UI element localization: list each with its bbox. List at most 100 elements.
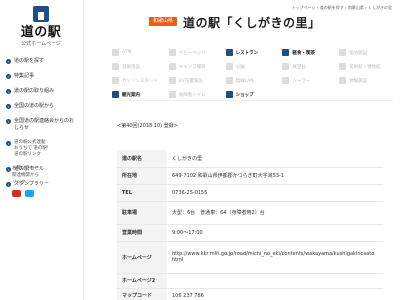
facility-atm: ATM	[112, 48, 167, 57]
logo-icon	[30, 6, 52, 24]
facility-gas-station: ガソリンスタンド	[112, 76, 167, 85]
sidebar-group-top: 道の駅公式連動	[14, 140, 46, 145]
facility-shop: ショップ	[225, 90, 281, 99]
mall-icon: ›	[6, 167, 11, 172]
table-row: TEL 0736-25-0155	[117, 184, 383, 202]
row-value: くしがきの里	[167, 150, 383, 168]
atm-icon	[112, 49, 119, 56]
table-row: マップコード 106 237 786	[117, 288, 383, 300]
table-row: 駐車場 大型：6台 普通車：64（身障者用2）台	[117, 201, 383, 225]
sidebar-item-features[interactable]: › 特集記事	[0, 71, 84, 82]
info-icon: ›	[6, 119, 11, 124]
article-icon: ›	[6, 74, 11, 79]
sidebar-item-label: 特集記事	[14, 73, 35, 79]
facility-museum: 美術館・博物館	[339, 62, 394, 71]
facility-lodging: 宿泊施設	[339, 48, 394, 57]
logo-title: 道の駅	[20, 25, 62, 40]
ev-charger-icon	[168, 77, 176, 84]
facility-shower: シャワー	[282, 76, 337, 85]
facility-observatory: 展望台	[282, 62, 337, 71]
wifi-icon	[225, 77, 233, 84]
row-value[interactable]: 0736-25-0155	[167, 184, 383, 202]
museum-icon	[339, 63, 347, 70]
table-row: 営業時間 9:00〜17:00	[117, 224, 383, 242]
facility-experience: 体験施設	[339, 76, 394, 85]
registration-note: <第40回(2018.10) 登録>	[117, 123, 178, 129]
shop-icon	[225, 91, 233, 98]
facility-park: 公園	[225, 62, 281, 71]
sidebar-item-label: 道の駅を探す	[14, 58, 45, 64]
observatory-icon	[282, 63, 290, 70]
row-value	[167, 273, 383, 289]
sidebar-links: お問い合わせ 関連機関から リンク	[12, 165, 39, 186]
row-label: ホームページ2	[117, 273, 167, 289]
row-value: 9:00〜17:00	[167, 224, 383, 242]
logo-subtitle: 公式ホームページ	[21, 41, 61, 47]
sidebar-item-label: 全国の道の駅から	[14, 103, 55, 109]
related-link[interactable]: 関連機関から	[12, 172, 39, 179]
facility-restaurant: レストラン	[225, 48, 281, 57]
restaurant-icon	[225, 49, 233, 56]
initiative-icon: ›	[6, 89, 11, 94]
row-label: 駐車場	[117, 201, 167, 225]
station-info-table: 道の駅名 くしがきの里 所在地 649-7102 和歌山県伊都郡かつらぎ町大字滝…	[117, 150, 383, 300]
table-row: ホームページ http://www.kkr.mlit.go.jp/road/mi…	[117, 241, 383, 274]
page-title: 道の駅「くしがきの里」	[183, 16, 321, 30]
sns-links	[12, 190, 34, 197]
sidebar-item-label: 道の駅の取り組み	[14, 88, 55, 94]
divider	[112, 100, 394, 101]
sidebar-item-notices[interactable]: › 全国道の駅連絡会からのおしらせ	[0, 116, 84, 134]
experience-icon	[339, 77, 347, 84]
facility-wifi: 無線LAN	[225, 76, 281, 85]
facility-cafe: 軽食・喫茶	[282, 48, 337, 57]
row-label: 所在地	[117, 167, 167, 185]
table-row: 道の駅名 くしがきの里	[117, 150, 383, 168]
sidebar-group-link: 道の駅リンク	[14, 152, 41, 157]
search-icon: ›	[6, 59, 11, 64]
row-label: TEL	[117, 184, 167, 202]
shower-icon	[282, 77, 290, 84]
sidebar-item-search[interactable]: › 道の駅を探す	[0, 56, 84, 67]
facility-hot-spring: 温泉施設	[112, 62, 167, 71]
sidebar: 道の駅 公式ホームページ › 道の駅を探す › 特集記事 › 道の駅の取り組み …	[0, 0, 84, 300]
facility-accessible-toilet: 身障者トイレ	[168, 90, 224, 99]
row-label: マップコード	[117, 288, 167, 300]
campground-icon	[168, 63, 176, 70]
contact-link[interactable]: お問い合わせ	[12, 165, 39, 172]
hot-spring-icon	[112, 63, 119, 70]
row-value: 649-7102 和歌山県伊都郡かつらぎ町大字滝53-1	[167, 167, 383, 185]
stamp-icon: ›	[6, 182, 11, 187]
home-icon: ›	[6, 141, 11, 146]
cafe-icon	[282, 49, 290, 56]
facility-campground: キャンプ場等	[168, 62, 224, 71]
accessible-toilet-icon	[168, 91, 176, 98]
sidebar-group-label: おうちで 道の駅!	[14, 146, 49, 151]
sidebar-item-news[interactable]: › 全国の道の駅から	[0, 101, 84, 112]
sidebar-item-ouchi[interactable]: › 道の駅公式連動 おうちで 道の駅! 道の駅リンク	[0, 138, 84, 160]
row-label: 営業時間	[117, 224, 167, 242]
twitter-icon[interactable]	[25, 190, 34, 197]
facility-grid: ATM ベビーベッド レストラン 軽食・喫茶 宿泊施設 温泉施設 キャンプ場等 …	[112, 48, 394, 99]
row-value: 106 237 786	[167, 288, 383, 300]
links-link[interactable]: リンク	[12, 179, 39, 186]
lodging-icon	[339, 49, 347, 56]
youtube-icon[interactable]	[12, 190, 21, 197]
gas-station-icon	[112, 77, 119, 84]
breadcrumb[interactable]: トップページ › 道の駅を探す › 和歌山県 › くしがきの里	[292, 5, 392, 11]
park-icon	[225, 63, 233, 70]
facility-tourist-info: 観光案内	[112, 90, 167, 99]
homepage-link[interactable]: http://www.kkr.mlit.go.jp/road/michi_no_…	[167, 241, 383, 274]
sidebar-item-initiatives[interactable]: › 道の駅の取り組み	[0, 86, 84, 97]
table-row: 所在地 649-7102 和歌山県伊都郡かつらぎ町大字滝53-1	[117, 167, 383, 185]
sidebar-item-label: 全国道の駅連絡会からのおしらせ	[14, 118, 75, 131]
news-icon: ›	[6, 104, 11, 109]
tourist-info-icon	[112, 91, 119, 98]
facility-baby-bed: ベビーベッド	[168, 48, 224, 57]
table-row: ホームページ2	[117, 273, 383, 289]
row-label: 道の駅名	[117, 150, 167, 168]
prefecture-badge: 和歌山県	[149, 17, 177, 26]
site-logo[interactable]: 道の駅 公式ホームページ	[10, 6, 72, 54]
row-value: 大型：6台 普通車：64（身障者用2）台	[167, 201, 383, 225]
row-label: ホームページ	[117, 241, 167, 274]
facility-ev-charger: EV充電施設	[168, 76, 224, 85]
